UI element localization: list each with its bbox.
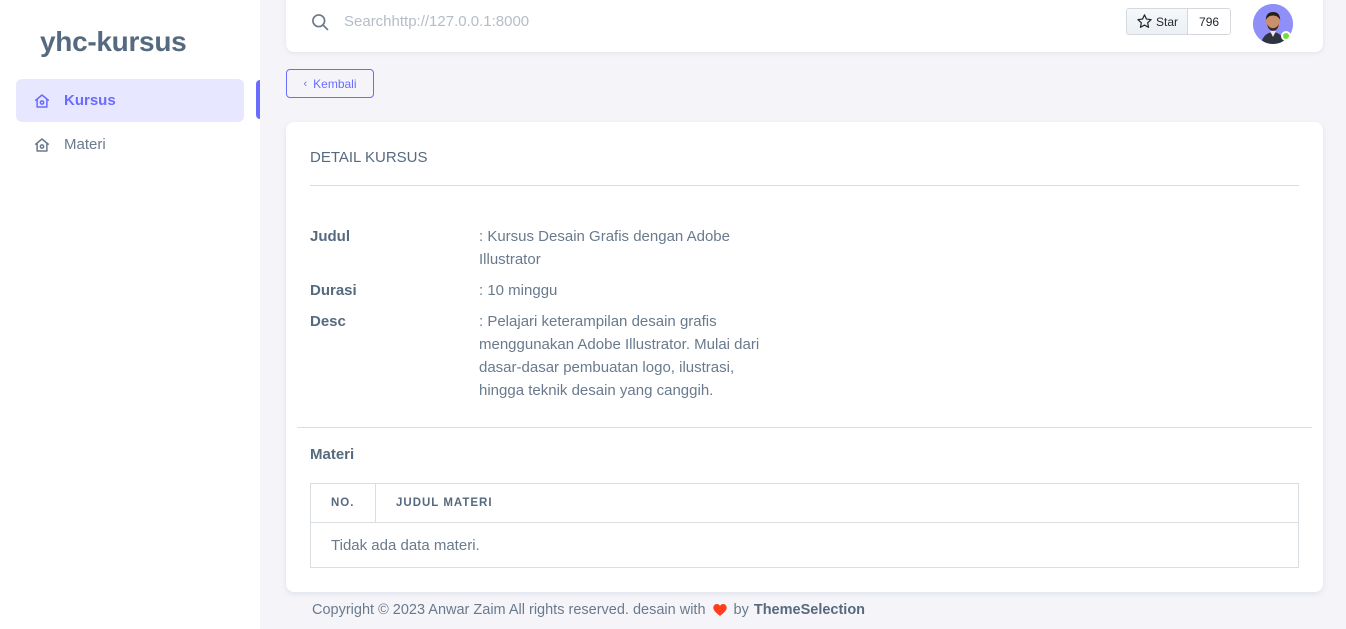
github-star-button[interactable]: Star 796 [1126, 8, 1232, 35]
github-star[interactable]: Star [1127, 9, 1189, 34]
home-icon [33, 136, 51, 154]
top-navbar: Star 796 [286, 0, 1323, 52]
app-brand[interactable]: yhc-kursus [40, 26, 187, 58]
table-empty-row: Tidak ada data materi. [331, 537, 480, 554]
column-header-no: NO. [311, 484, 376, 522]
search-icon [310, 12, 330, 32]
chevron-left-icon: ‹ [303, 77, 308, 90]
detail-value-judul: : Kursus Desain Grafis dengan Adobe Illu… [479, 228, 730, 268]
footer: Copyright © 2023 Anwar Zaim All rights r… [312, 602, 865, 618]
divider [310, 185, 1299, 186]
card-title: DETAIL KURSUS [310, 149, 428, 166]
column-header-judul-materi: JUDUL MATERI [396, 497, 493, 509]
sidebar-item-label: Materi [64, 136, 106, 153]
home-icon [33, 92, 51, 110]
star-icon [1137, 14, 1152, 28]
detail-label-judul: Judul [310, 228, 350, 245]
detail-card: DETAIL KURSUS Judul : Kursus Desain Graf… [286, 122, 1323, 592]
search-input[interactable] [344, 8, 540, 34]
online-status-dot [1281, 31, 1291, 41]
active-indicator [256, 80, 260, 119]
github-star-count[interactable]: 796 [1188, 9, 1231, 34]
sidebar-item-label: Kursus [64, 92, 116, 109]
footer-brand-link[interactable]: ThemeSelection [754, 602, 865, 618]
detail-label-desc: Desc [310, 313, 346, 330]
footer-by: by [733, 602, 749, 618]
heart-icon [712, 602, 728, 618]
sidebar-item-materi[interactable]: Materi [16, 123, 244, 166]
detail-label-durasi: Durasi [310, 282, 357, 299]
materi-table: NO. JUDUL MATERI Tidak ada data materi. [310, 483, 1299, 568]
table-header-row: NO. JUDUL MATERI [311, 484, 1298, 523]
divider [297, 427, 1312, 428]
materi-section-title: Materi [310, 446, 355, 463]
footer-copyright: Copyright © 2023 Anwar Zaim All rights r… [312, 602, 706, 618]
back-button[interactable]: ‹ Kembali [286, 69, 374, 98]
github-star-label: Star [1156, 14, 1179, 29]
back-button-label: Kembali [313, 76, 357, 91]
sidebar: yhc-kursus Kursus Materi [0, 0, 260, 629]
detail-value-desc: : Pelajari keterampilan desain grafis me… [479, 313, 760, 399]
detail-value-durasi: : 10 minggu [479, 282, 558, 299]
sidebar-item-kursus[interactable]: Kursus [16, 79, 244, 122]
